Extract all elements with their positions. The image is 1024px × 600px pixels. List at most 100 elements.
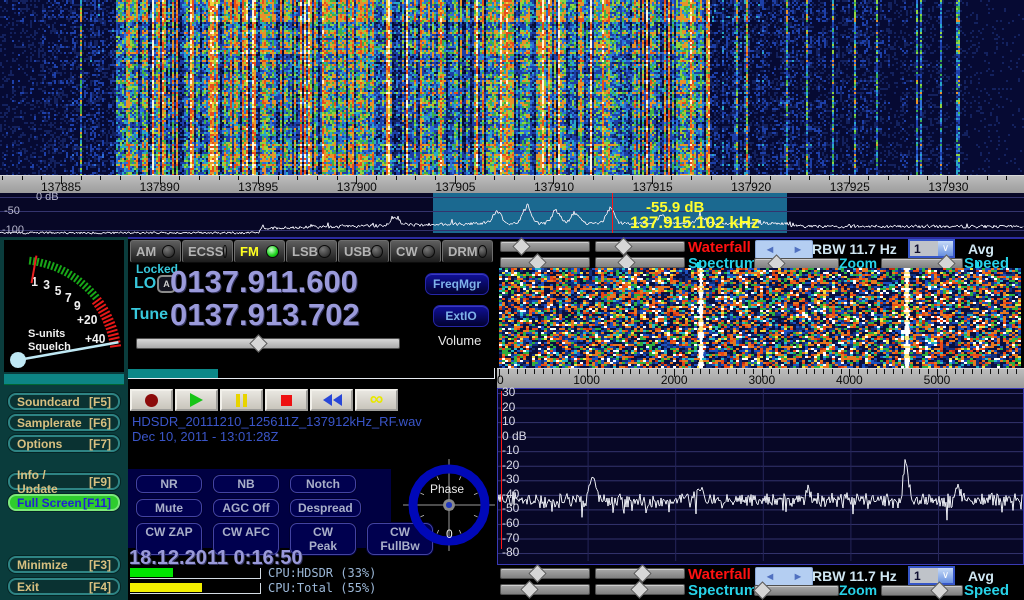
dsp-button-panel: NRNBNotchMuteAGC OffDespreadCW ZAPCW AFC…: [128, 469, 391, 548]
button-info-update[interactable]: Info / Update[F9]: [8, 473, 120, 490]
slider-thumb[interactable]: [633, 564, 651, 582]
extio-button[interactable]: ExtIO: [433, 305, 489, 327]
main-frequency-scale[interactable]: 1378851378901378951379001379051379101379…: [0, 175, 1024, 194]
chevron-down-icon[interactable]: ∨: [938, 568, 953, 583]
tune-frequency-display[interactable]: 0137.913.702: [170, 297, 360, 333]
dsp-nr[interactable]: NR: [136, 475, 202, 493]
left-control-panel: S-units Squelch Soundcard[F5]Samplerate[…: [0, 237, 128, 600]
button-soundcard[interactable]: Soundcard[F5]: [8, 393, 120, 410]
waterfall-contrast-slider-bottom[interactable]: [500, 568, 590, 579]
scale-tick: [902, 369, 903, 374]
audio-db-label: -40: [502, 487, 519, 501]
slider-thumb[interactable]: [631, 580, 649, 598]
right-controls-top: Waterfall Spectrum ◄► RBW 11.7 Hz 1 ∨ Av…: [497, 237, 1024, 268]
lo-frequency-display[interactable]: 0137.911.600: [170, 264, 358, 300]
volume-slider[interactable]: [136, 338, 400, 349]
freqmgr-button[interactable]: FreqMgr: [425, 273, 489, 295]
button-samplerate[interactable]: Samplerate[F6]: [8, 414, 120, 431]
spectrum-range-slider[interactable]: [500, 257, 590, 268]
shift-right-icon[interactable]: ►: [784, 241, 812, 258]
cpu-usage-text: CPU:Total (55%): [268, 581, 376, 595]
scale-tick: [711, 176, 712, 180]
waterfall-shift-control[interactable]: ◄►: [755, 240, 813, 259]
scale-tick: [514, 176, 515, 180]
scale-tick: [219, 176, 220, 180]
playback-progress-track[interactable]: [128, 368, 495, 379]
frequency-tick-label: 137905: [435, 180, 475, 194]
squelch-level-bar[interactable]: [4, 374, 124, 385]
scale-tick: [517, 369, 518, 374]
mode-led-icon: [266, 245, 279, 258]
button-exit[interactable]: Exit[F4]: [8, 578, 120, 595]
spectrum-offset-slider[interactable]: [595, 257, 685, 268]
scale-tick: [779, 369, 780, 374]
slider-thumb[interactable]: [529, 564, 547, 582]
main-spectrum-display[interactable]: 0 dB -50 -100: [0, 193, 1024, 239]
button-minimize[interactable]: Minimize[F3]: [8, 556, 120, 573]
squelch-label[interactable]: Squelch: [28, 341, 71, 353]
scale-tick: [317, 176, 318, 180]
mode-ecss[interactable]: ECSS: [182, 240, 233, 263]
shift-left-icon[interactable]: ◄: [756, 241, 784, 258]
record-button[interactable]: [130, 389, 173, 411]
dsp-nb[interactable]: NB: [213, 475, 279, 493]
dsp-agc-off[interactable]: AGC Off: [213, 499, 279, 517]
zoom-slider-bottom[interactable]: [754, 585, 839, 596]
scale-tick: [199, 176, 200, 180]
mode-label: CW: [396, 244, 418, 259]
slider-thumb[interactable]: [512, 237, 530, 255]
scale-tick: [657, 369, 658, 374]
shift-right-icon[interactable]: ►: [784, 568, 812, 585]
button-options[interactable]: Options[F7]: [8, 435, 120, 452]
audio-spectrum-display[interactable]: 3020100 dB-10-20-30-40-50-60-70-80: [497, 388, 1024, 565]
scale-tick: [613, 369, 614, 374]
slider-thumb[interactable]: [520, 580, 538, 598]
speed-slider-bottom[interactable]: [881, 585, 963, 596]
scale-tick: [1016, 369, 1017, 374]
audio-frequency-scale[interactable]: 010002000300040005000: [497, 368, 1024, 389]
stop-icon: [281, 395, 292, 406]
rewind-button[interactable]: [310, 389, 353, 411]
dsp-notch[interactable]: Notch: [290, 475, 356, 493]
scale-tick: [612, 176, 613, 180]
button-fkey: [F11]: [83, 496, 111, 510]
scale-tick: [2, 176, 3, 180]
waterfall-contrast-slider[interactable]: [500, 241, 590, 252]
mode-lsb[interactable]: LSB: [286, 240, 337, 263]
mode-fm[interactable]: FM: [234, 240, 285, 263]
pause-button[interactable]: [220, 389, 263, 411]
stop-button[interactable]: [265, 389, 308, 411]
play-button[interactable]: [175, 389, 218, 411]
mode-led-icon: [422, 245, 435, 258]
button-fkey: [F6]: [89, 416, 111, 430]
dsp-despread[interactable]: Despread: [290, 499, 361, 517]
mode-drm[interactable]: DRM: [442, 240, 493, 263]
scale-tick: [630, 369, 631, 374]
spectrum-offset-slider-bottom[interactable]: [595, 584, 685, 595]
scale-tick: [955, 369, 956, 374]
waterfall-label: Waterfall: [688, 239, 751, 256]
main-waterfall-display[interactable]: [0, 0, 1024, 175]
mode-usb[interactable]: USB: [338, 240, 389, 263]
slider-thumb[interactable]: [930, 581, 948, 599]
scale-tick: [396, 176, 397, 180]
scale-tick: [534, 369, 535, 374]
avg-dropdown-bottom[interactable]: 1 ∨: [908, 566, 955, 585]
spectrum-range-slider-bottom[interactable]: [500, 584, 590, 595]
scale-tick: [604, 369, 605, 374]
avg-dropdown-value: 1: [910, 241, 938, 256]
slider-thumb[interactable]: [615, 237, 633, 255]
dsp-row: Mute AGC Off Despread: [136, 499, 361, 517]
loop-button[interactable]: ∞: [355, 389, 398, 411]
waterfall-label-bottom: Waterfall: [688, 566, 751, 583]
mode-cw[interactable]: CW: [390, 240, 441, 263]
dsp-mute[interactable]: Mute: [136, 499, 202, 517]
waterfall-brightness-slider-bottom[interactable]: [595, 568, 685, 579]
button-full-screen[interactable]: Full Screen[F11]: [8, 494, 120, 511]
volume-slider-thumb[interactable]: [249, 334, 267, 352]
waterfall-brightness-slider[interactable]: [595, 241, 685, 252]
scale-tick: [718, 369, 719, 374]
audio-waterfall-display[interactable]: [499, 268, 1021, 368]
mode-am[interactable]: AM: [130, 240, 181, 263]
rewind-icon: [322, 394, 342, 406]
